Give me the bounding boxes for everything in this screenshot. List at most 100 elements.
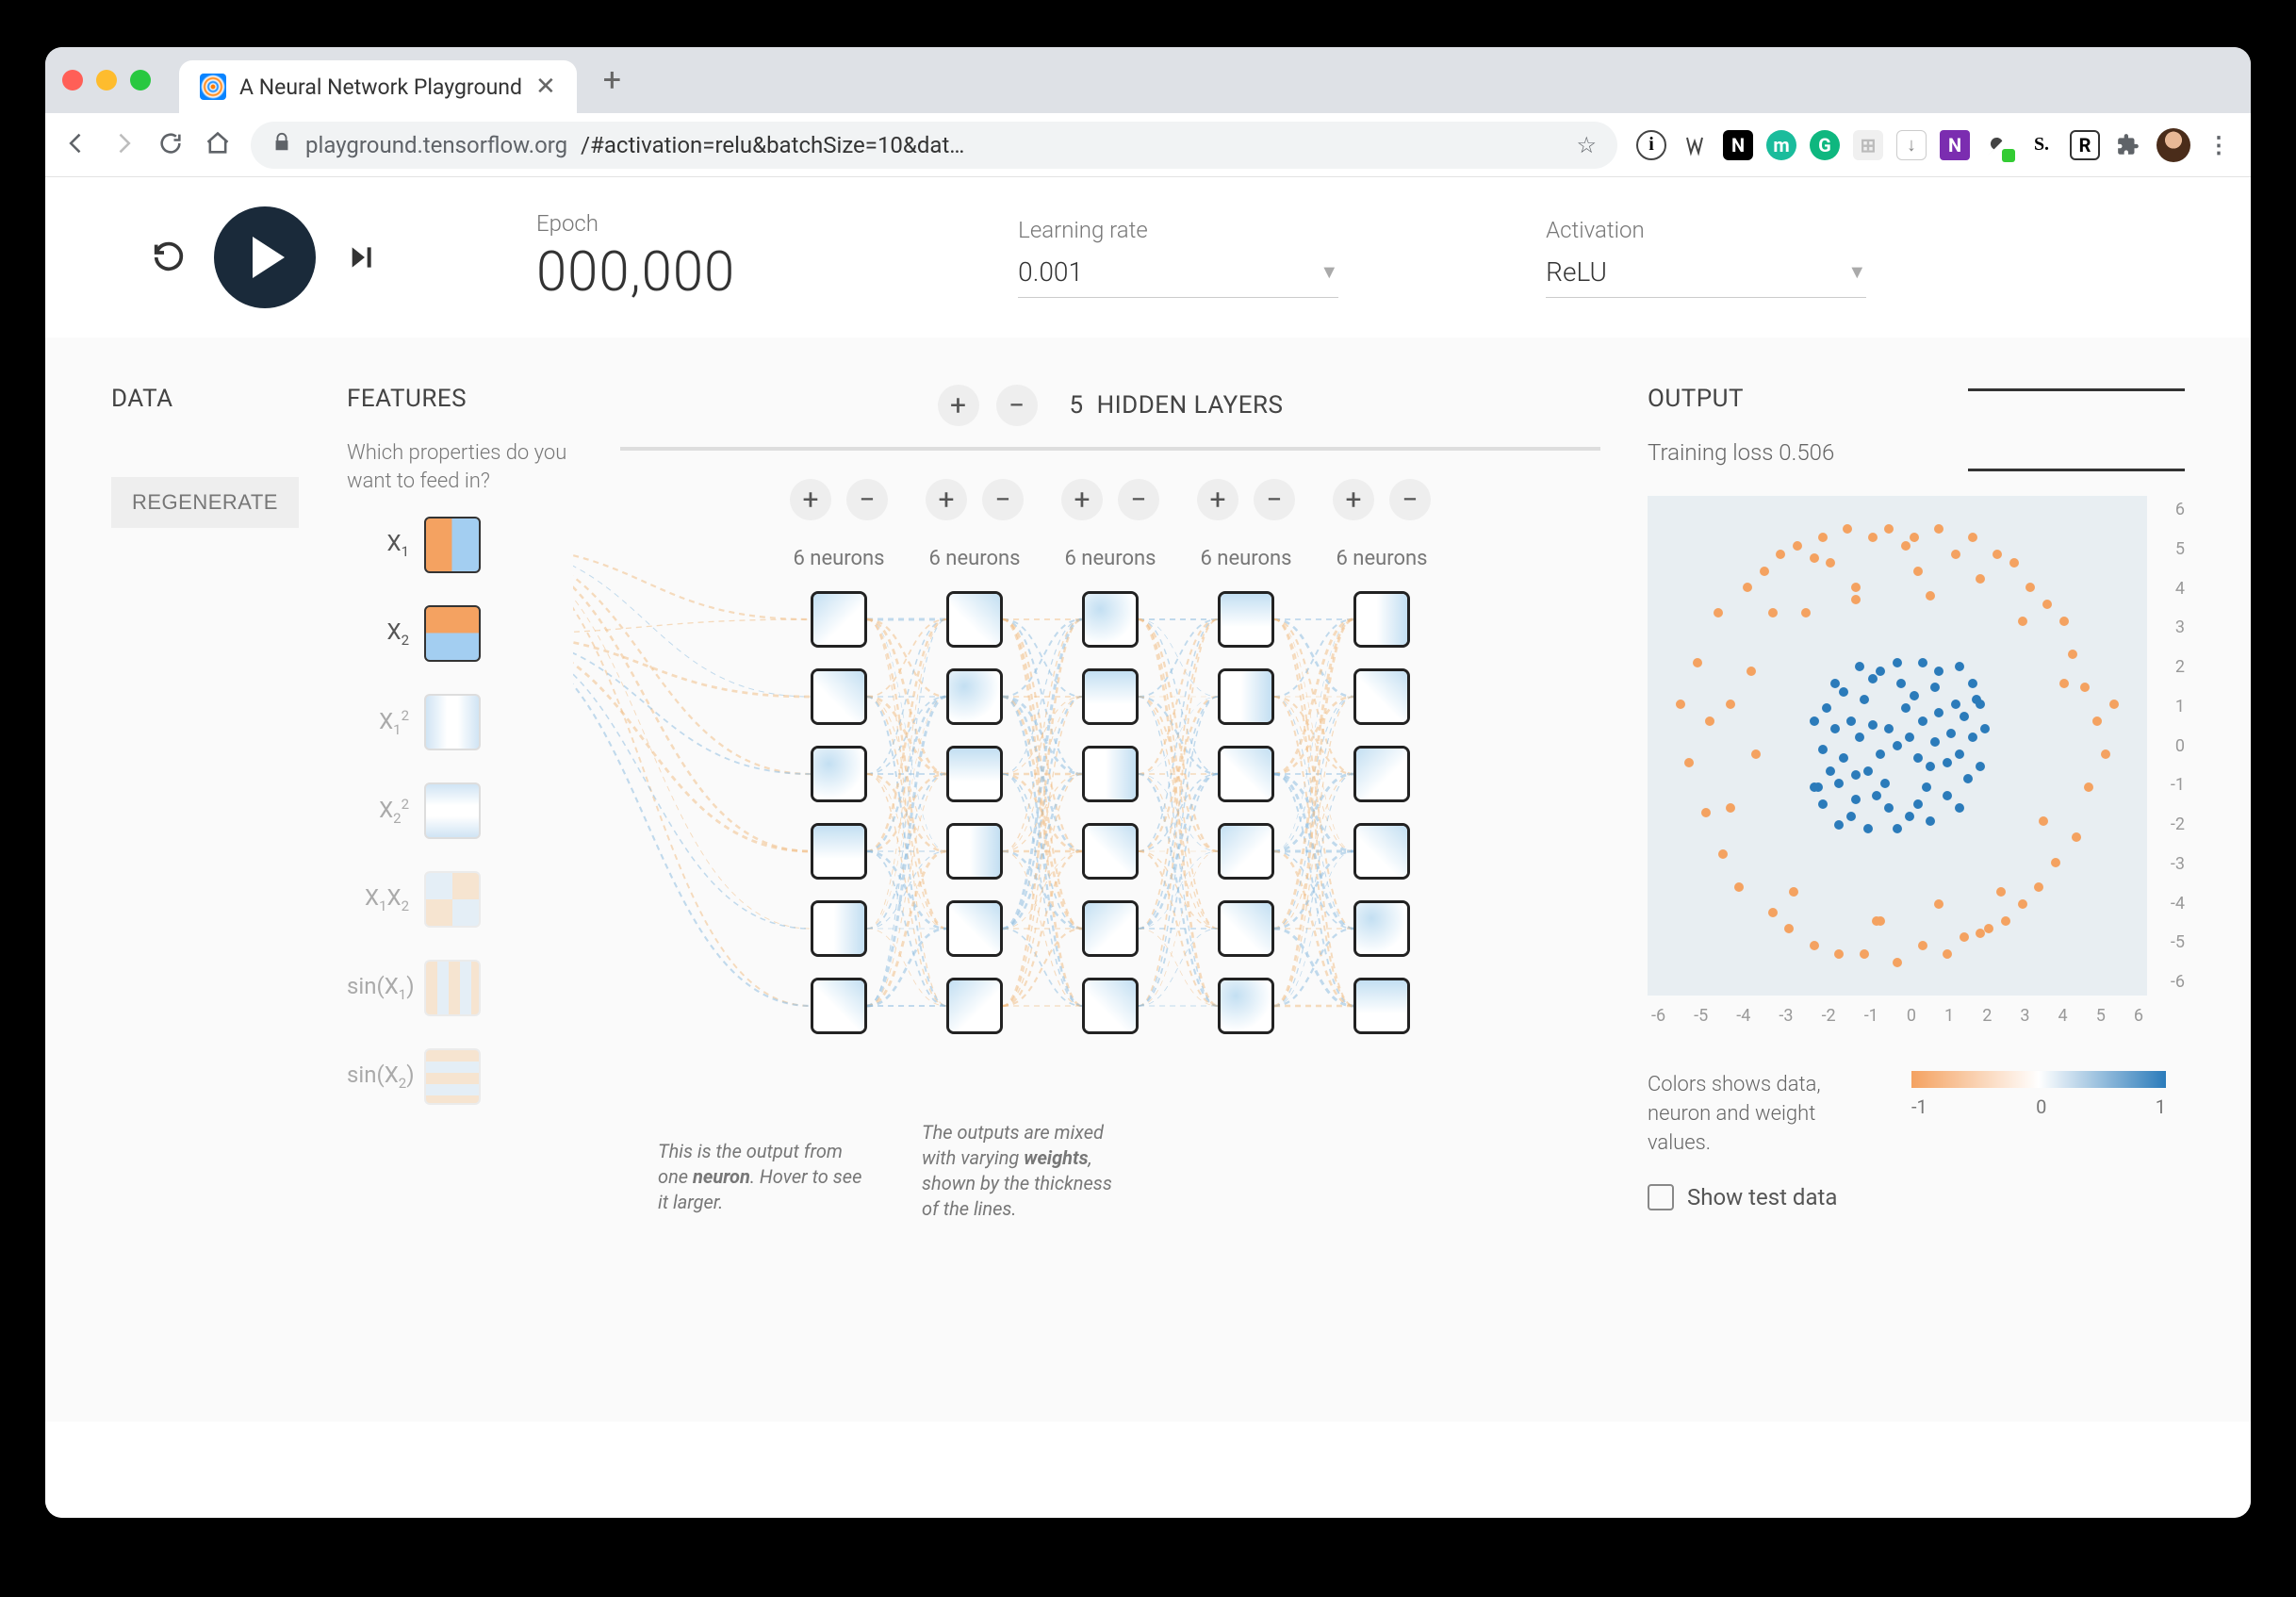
remove-neuron-button[interactable]: − bbox=[1118, 479, 1159, 520]
neuron[interactable] bbox=[1353, 978, 1410, 1034]
show-test-checkbox[interactable] bbox=[1648, 1184, 1674, 1210]
data-point bbox=[1955, 749, 1964, 759]
ext-icon[interactable]: N bbox=[1940, 130, 1970, 160]
output-plot[interactable]: 6543210-1-2-3-4-5-6 -6-5-4-3-2-10123456 bbox=[1648, 496, 2147, 996]
neuron[interactable] bbox=[811, 591, 867, 648]
neuron[interactable] bbox=[1218, 900, 1274, 957]
add-neuron-button[interactable]: + bbox=[1333, 479, 1374, 520]
neuron[interactable] bbox=[1218, 746, 1274, 802]
feature-thumbnail[interactable] bbox=[424, 782, 481, 839]
neuron[interactable] bbox=[1082, 591, 1139, 648]
feature-row[interactable]: X22 bbox=[347, 782, 573, 840]
remove-neuron-button[interactable]: − bbox=[982, 479, 1024, 520]
neuron[interactable] bbox=[946, 823, 1003, 880]
feature-row[interactable]: sin(X1) bbox=[347, 959, 573, 1017]
data-point bbox=[1943, 949, 1952, 959]
feature-row[interactable]: X12 bbox=[347, 693, 573, 751]
remove-neuron-button[interactable]: − bbox=[846, 479, 888, 520]
neuron[interactable] bbox=[1218, 978, 1274, 1034]
play-button[interactable] bbox=[214, 206, 316, 308]
neuron[interactable] bbox=[1353, 746, 1410, 802]
neuron[interactable] bbox=[1218, 668, 1274, 725]
new-tab-button[interactable]: + bbox=[603, 61, 621, 99]
neuron[interactable] bbox=[946, 591, 1003, 648]
reset-button[interactable] bbox=[144, 233, 193, 282]
close-tab-button[interactable]: ✕ bbox=[535, 73, 556, 101]
feature-row[interactable]: sin(X2) bbox=[347, 1047, 573, 1106]
maximize-window-button[interactable] bbox=[130, 70, 151, 91]
regenerate-button[interactable]: REGENERATE bbox=[111, 477, 299, 528]
data-point bbox=[1826, 766, 1835, 776]
neuron[interactable] bbox=[1082, 978, 1139, 1034]
neuron[interactable] bbox=[1082, 746, 1139, 802]
ext-icon[interactable] bbox=[1680, 130, 1710, 160]
home-button[interactable] bbox=[204, 130, 232, 160]
data-point bbox=[2034, 882, 2043, 892]
add-neuron-button[interactable]: + bbox=[790, 479, 831, 520]
remove-neuron-button[interactable]: − bbox=[1254, 479, 1295, 520]
minimize-window-button[interactable] bbox=[96, 70, 117, 91]
neuron[interactable] bbox=[811, 978, 867, 1034]
reload-button[interactable] bbox=[156, 130, 185, 160]
feature-thumbnail[interactable] bbox=[424, 871, 481, 928]
ext-icon[interactable]: m bbox=[1766, 130, 1796, 160]
forward-button[interactable] bbox=[109, 130, 138, 160]
neuron[interactable] bbox=[946, 668, 1003, 725]
feature-thumbnail[interactable] bbox=[424, 517, 481, 573]
act-label: Activation bbox=[1546, 217, 1866, 243]
neuron[interactable] bbox=[1353, 591, 1410, 648]
ext-icon[interactable]: N bbox=[1723, 130, 1753, 160]
neuron[interactable] bbox=[811, 900, 867, 957]
neuron[interactable] bbox=[1218, 591, 1274, 648]
data-point bbox=[1905, 733, 1914, 742]
neuron[interactable] bbox=[946, 746, 1003, 802]
ext-icon[interactable]: ⊞ bbox=[1853, 130, 1883, 160]
feature-thumbnail[interactable] bbox=[424, 605, 481, 662]
data-point bbox=[2001, 916, 2010, 926]
back-button[interactable] bbox=[62, 130, 90, 160]
add-neuron-button[interactable]: + bbox=[1061, 479, 1103, 520]
data-point bbox=[2025, 583, 2035, 592]
neuron[interactable] bbox=[811, 823, 867, 880]
neuron[interactable] bbox=[1218, 823, 1274, 880]
act-select[interactable]: ReLU ▼ bbox=[1546, 247, 1866, 298]
feature-row[interactable]: X2 bbox=[347, 604, 573, 663]
neuron[interactable] bbox=[1353, 668, 1410, 725]
browser-tab[interactable]: A Neural Network Playground ✕ bbox=[179, 60, 577, 113]
data-title: DATA bbox=[111, 385, 347, 413]
close-window-button[interactable] bbox=[62, 70, 83, 91]
add-layer-button[interactable]: + bbox=[938, 385, 979, 426]
remove-layer-button[interactable]: − bbox=[996, 385, 1038, 426]
add-neuron-button[interactable]: + bbox=[1197, 479, 1238, 520]
step-button[interactable] bbox=[336, 233, 385, 282]
bookmark-star-icon[interactable]: ☆ bbox=[1576, 132, 1597, 158]
neuron[interactable] bbox=[946, 900, 1003, 957]
address-bar[interactable]: playground.tensorflow.org/#activation=re… bbox=[251, 122, 1617, 169]
feature-thumbnail[interactable] bbox=[424, 1048, 481, 1105]
neuron[interactable] bbox=[1082, 823, 1139, 880]
chrome-menu-button[interactable]: ⋮ bbox=[2204, 130, 2234, 160]
remove-neuron-button[interactable]: − bbox=[1389, 479, 1431, 520]
profile-avatar[interactable] bbox=[2157, 128, 2190, 162]
extensions-button[interactable] bbox=[2113, 130, 2143, 160]
feature-thumbnail[interactable] bbox=[424, 694, 481, 750]
add-neuron-button[interactable]: + bbox=[926, 479, 967, 520]
lr-select[interactable]: 0.001 ▼ bbox=[1018, 247, 1338, 298]
neuron[interactable] bbox=[811, 746, 867, 802]
neuron[interactable] bbox=[1082, 668, 1139, 725]
ext-icon[interactable]: i bbox=[1636, 130, 1666, 160]
ext-icon[interactable] bbox=[1983, 130, 2013, 160]
ext-icon[interactable]: ↓ bbox=[1896, 130, 1927, 160]
feature-row[interactable]: X1 bbox=[347, 516, 573, 574]
feature-row[interactable]: X1X2 bbox=[347, 870, 573, 929]
neuron[interactable] bbox=[1082, 900, 1139, 957]
feature-thumbnail[interactable] bbox=[424, 960, 481, 1016]
neuron[interactable] bbox=[811, 668, 867, 725]
ext-icon[interactable]: R bbox=[2070, 130, 2100, 160]
data-point bbox=[1776, 550, 1785, 559]
ext-icon[interactable]: G bbox=[1810, 130, 1840, 160]
neuron[interactable] bbox=[1353, 900, 1410, 957]
neuron[interactable] bbox=[1353, 823, 1410, 880]
neuron[interactable] bbox=[946, 978, 1003, 1034]
ext-icon[interactable]: S. bbox=[2026, 130, 2057, 160]
